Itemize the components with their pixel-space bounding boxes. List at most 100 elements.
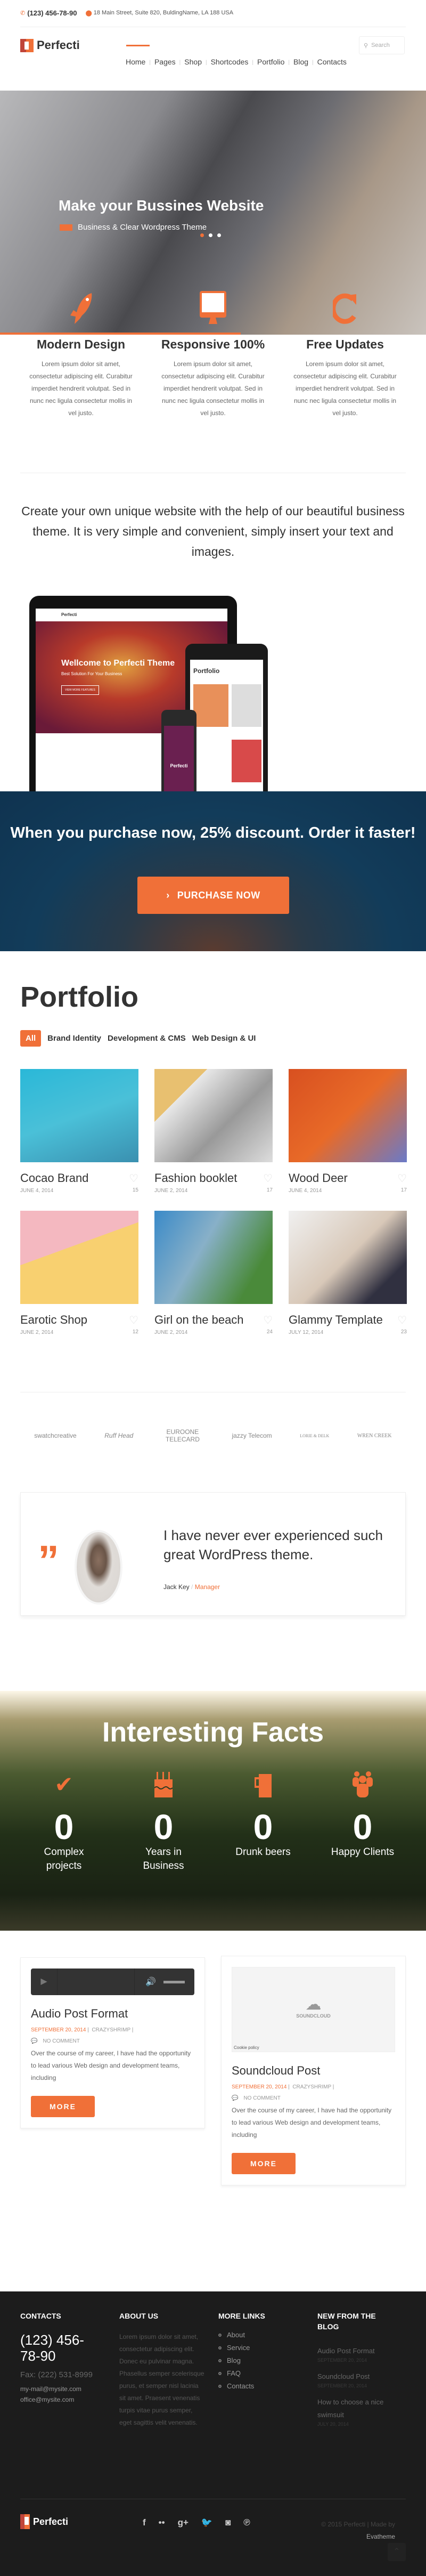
portfolio-item-title[interactable]: Wood Deer: [289, 1172, 348, 1185]
nav-blog[interactable]: Blog: [293, 58, 308, 68]
phone-icon: ✆: [20, 10, 26, 17]
nav-contacts[interactable]: Contacts: [317, 58, 347, 68]
twitter-icon[interactable]: 🐦: [201, 2517, 212, 2528]
portfolio-item-title[interactable]: Cocao Brand: [20, 1172, 88, 1185]
footer-link-service[interactable]: Service: [218, 2342, 309, 2354]
post-author[interactable]: CRAZYSHRIMP: [292, 2084, 331, 2090]
post-title[interactable]: Soundcloud Post: [232, 2064, 395, 2078]
portfolio-thumbnail[interactable]: [154, 1069, 273, 1162]
footer-blog-link[interactable]: Soundcloud Post: [317, 2370, 392, 2383]
hero-title: Make your Bussines Website: [59, 197, 264, 214]
like-button[interactable]: ♡ 12: [129, 1314, 138, 1335]
feature-text: Lorem ipsum dolor sit amet, consectetur …: [161, 360, 265, 417]
search-input[interactable]: ⚲ Search: [359, 36, 405, 54]
post-title[interactable]: Audio Post Format: [31, 2007, 194, 2021]
footer-link-about[interactable]: About: [218, 2329, 309, 2342]
volume-slider[interactable]: [163, 1980, 185, 1983]
mockup-button: VIEW MORE FEATURES: [61, 685, 99, 695]
post-comments[interactable]: 💬 NO COMMENT: [232, 2095, 395, 2101]
fact-item: ✔ 0 Complex projects: [19, 1765, 109, 1873]
footer-heading: NEW FROM THE BLOG: [317, 2312, 376, 2331]
footer-email[interactable]: office@mysite.com: [20, 2394, 111, 2405]
footer-heading: MORE LINKS: [218, 2312, 265, 2320]
more-button[interactable]: MORE: [31, 2096, 95, 2117]
facts-title: Interesting Facts: [102, 1717, 324, 1748]
like-button[interactable]: ♡ 17: [263, 1172, 273, 1194]
like-count: 15: [132, 1187, 138, 1193]
portfolio-item[interactable]: Cocao Brand JUNE 4, 2014 ♡ 15: [20, 1069, 138, 1194]
comment-icon: 💬: [232, 2095, 239, 2101]
heart-icon: ♡: [129, 1315, 138, 1326]
post-author[interactable]: CRAZYSHRIMP: [92, 2027, 130, 2033]
instagram-icon[interactable]: ◙: [225, 2517, 231, 2528]
slide-dot[interactable]: [217, 233, 221, 237]
post-comments[interactable]: 💬 NO COMMENT: [31, 2038, 194, 2044]
nav-shop[interactable]: Shop: [184, 58, 202, 68]
like-button[interactable]: ♡ 15: [129, 1172, 138, 1194]
client-logo: swatchcreative: [34, 1432, 77, 1439]
client-logo: WREN CREEK: [357, 1432, 392, 1439]
facebook-icon[interactable]: f: [143, 2517, 146, 2528]
flickr-icon[interactable]: ••: [159, 2517, 165, 2528]
bullet-icon: [218, 2334, 222, 2337]
footer-blog-link[interactable]: How to choose a nice swimsuit: [317, 2396, 392, 2421]
portfolio-item[interactable]: Earotic Shop JUNE 2, 2014 ♡ 12: [20, 1211, 138, 1335]
google-plus-icon[interactable]: g+: [178, 2517, 189, 2528]
back-to-top-button[interactable]: ⌃: [388, 2543, 406, 2561]
portfolio-item-title[interactable]: Fashion booklet: [154, 1172, 237, 1185]
pinterest-icon[interactable]: ℗: [243, 2517, 250, 2528]
nav-pages[interactable]: Pages: [154, 58, 176, 68]
footer-link-blog[interactable]: Blog: [218, 2354, 309, 2367]
audio-player[interactable]: ▶ 🔊: [31, 1969, 194, 1995]
portfolio-item[interactable]: Wood Deer JUNE 4, 2014 ♡ 17: [289, 1069, 407, 1194]
portfolio-thumbnail[interactable]: [20, 1211, 138, 1304]
footer-blog-link[interactable]: Audio Post Format: [317, 2345, 392, 2358]
like-button[interactable]: ♡ 17: [397, 1172, 407, 1194]
slide-dot[interactable]: [200, 233, 204, 237]
footer-email[interactable]: my-mail@mysite.com: [20, 2384, 111, 2394]
portfolio-item-title[interactable]: Girl on the beach: [154, 1314, 244, 1326]
more-button[interactable]: MORE: [232, 2153, 296, 2174]
author-name: Jack Key: [163, 1583, 190, 1591]
footer-link-faq[interactable]: FAQ: [218, 2367, 309, 2380]
portfolio-thumbnail[interactable]: [289, 1069, 407, 1162]
portfolio-title: Portfolio: [20, 981, 138, 1013]
filter-web-design-ui[interactable]: Web Design & UI: [192, 1034, 256, 1043]
post-date[interactable]: SEPTEMBER 20, 2014: [31, 2027, 86, 2033]
cookie-policy-link[interactable]: Cookie policy: [234, 2045, 259, 2050]
filter-all[interactable]: All: [20, 1030, 42, 1047]
play-icon[interactable]: ▶: [31, 1969, 58, 1995]
portfolio-item-title[interactable]: Glammy Template: [289, 1314, 383, 1326]
credit-link[interactable]: Evatheme: [366, 2533, 395, 2540]
portfolio-thumbnail[interactable]: [289, 1211, 407, 1304]
logo[interactable]: Perfecti: [20, 38, 80, 52]
portfolio-item[interactable]: Girl on the beach JUNE 2, 2014 ♡ 24: [154, 1211, 273, 1335]
refresh-icon: [292, 288, 398, 325]
footer-logo[interactable]: Perfecti: [20, 2514, 68, 2529]
nav-home[interactable]: Home: [126, 58, 145, 68]
slider-dots: [200, 233, 221, 237]
filter-development-cms[interactable]: Development & CMS: [108, 1034, 186, 1043]
portfolio-thumbnail[interactable]: [154, 1211, 273, 1304]
like-button[interactable]: ♡ 23: [397, 1314, 407, 1335]
mockup-thumb: [232, 684, 261, 727]
nav-shortcodes[interactable]: Shortcodes: [211, 58, 249, 68]
post-date[interactable]: SEPTEMBER 20, 2014: [232, 2084, 286, 2090]
portfolio-item[interactable]: Fashion booklet JUNE 2, 2014 ♡ 17: [154, 1069, 273, 1194]
volume-icon[interactable]: 🔊: [145, 1976, 156, 1987]
slide-dot[interactable]: [209, 233, 212, 237]
copyright-text: © 2015 Perfecti | Made by: [321, 2521, 395, 2528]
soundcloud-embed[interactable]: ☁ SOUNDCLOUD Cookie policy: [232, 1967, 395, 2052]
portfolio-thumbnail[interactable]: [20, 1069, 138, 1162]
filter-brand-identity[interactable]: Brand Identity: [47, 1034, 101, 1043]
portfolio-item[interactable]: Glammy Template JULY 12, 2014 ♡ 23: [289, 1211, 407, 1335]
users-icon: [317, 1765, 408, 1797]
footer-link-contacts[interactable]: Contacts: [218, 2380, 309, 2393]
purchase-now-button[interactable]: › PURCHASE NOW: [137, 877, 289, 914]
like-button[interactable]: ♡ 24: [263, 1314, 273, 1335]
portfolio-item-title[interactable]: Earotic Shop: [20, 1314, 87, 1326]
heart-icon: ♡: [263, 1173, 273, 1185]
quote-icon: ”: [38, 1537, 59, 1584]
audio-progress[interactable]: [58, 1969, 135, 1995]
nav-portfolio[interactable]: Portfolio: [257, 58, 284, 68]
